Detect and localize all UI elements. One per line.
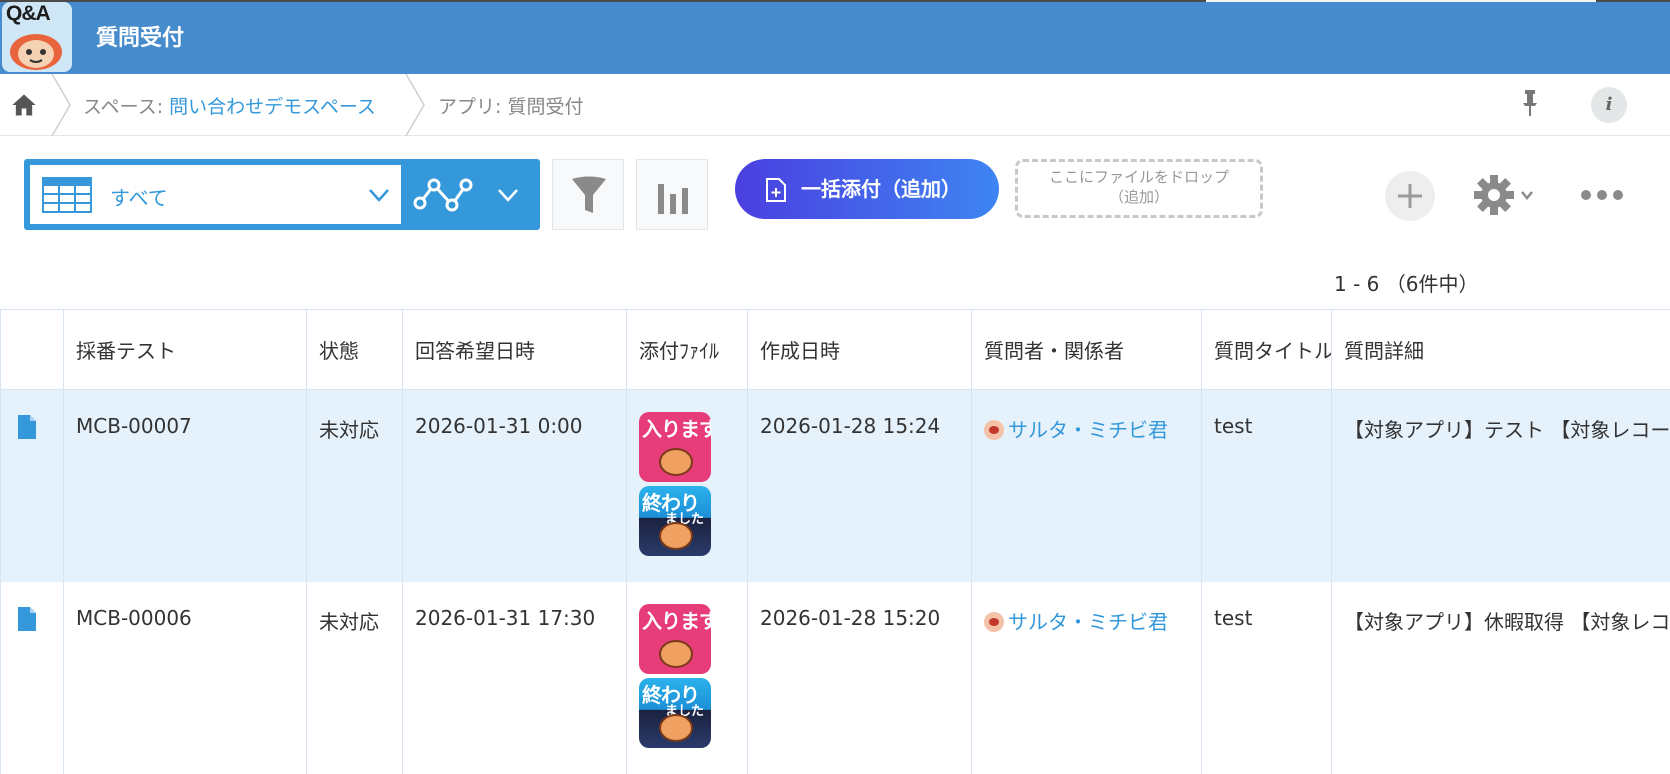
cell-attachments: 入ります 終わり ました bbox=[627, 582, 748, 774]
user-link[interactable]: サルタ・ミチビ君 bbox=[1008, 610, 1168, 634]
breadcrumb-space-link[interactable]: 問い合わせデモスペース bbox=[169, 96, 376, 118]
graph-icon[interactable] bbox=[412, 175, 474, 215]
drop-zone-text: ここにファイルをドロップ bbox=[1018, 167, 1260, 187]
breadcrumb-app-prefix: アプリ: bbox=[438, 96, 507, 118]
records-table: 採番テスト 状態 回答希望日時 添付ﾌｧｲﾙ 作成日時 質問者・関係者 質問タイ… bbox=[0, 309, 1670, 774]
file-add-icon bbox=[765, 177, 787, 203]
plus-icon bbox=[1396, 182, 1424, 210]
bulk-attach-label: 一括添付（追加） bbox=[801, 173, 961, 202]
mascot-icon bbox=[659, 522, 693, 550]
record-detail-cell[interactable] bbox=[1, 582, 64, 774]
column-header[interactable]: 質問詳細 bbox=[1332, 310, 1670, 390]
column-header[interactable]: 状態 bbox=[307, 310, 403, 390]
graph-button[interactable] bbox=[636, 159, 708, 230]
gear-icon[interactable] bbox=[1472, 172, 1538, 218]
column-header[interactable]: 作成日時 bbox=[748, 310, 972, 390]
document-icon[interactable] bbox=[17, 414, 37, 440]
cell-status: 未対応 bbox=[307, 582, 403, 774]
breadcrumb-app-name: 質問受付 bbox=[507, 96, 583, 118]
avatar bbox=[984, 612, 1004, 632]
top-strip-highlight bbox=[1206, 0, 1596, 2]
bulk-attach-button[interactable]: 一括添付（追加） bbox=[735, 159, 999, 219]
record-detail-cell[interactable] bbox=[1, 390, 64, 582]
cell-created: 2026-01-28 15:20 bbox=[748, 582, 972, 774]
column-header[interactable]: 採番テスト bbox=[64, 310, 307, 390]
filter-icon bbox=[571, 176, 607, 216]
column-header[interactable]: 回答希望日時 bbox=[403, 310, 627, 390]
cell-due: 2026-01-31 17:30 bbox=[403, 582, 627, 774]
file-drop-zone[interactable]: ここにファイルをドロップ （追加） bbox=[1015, 159, 1263, 218]
table-view-icon bbox=[42, 177, 92, 213]
attachment-thumbnail[interactable]: 入ります bbox=[639, 412, 711, 482]
app-title: 質問受付 bbox=[96, 20, 184, 52]
chevron-down-icon bbox=[368, 187, 390, 203]
breadcrumb: スペース: 問い合わせデモスペース アプリ: 質問受付 i bbox=[0, 74, 1670, 136]
cell-status: 未対応 bbox=[307, 390, 403, 582]
cell-created: 2026-01-28 15:24 bbox=[748, 390, 972, 582]
view-dropdown[interactable]: すべて bbox=[30, 165, 401, 224]
pagination-info: 1 - 6 （6件中） bbox=[1334, 268, 1478, 297]
cell-user: サルタ・ミチビ君 bbox=[972, 582, 1202, 774]
mascot-icon bbox=[2, 2, 72, 72]
table-header-row: 採番テスト 状態 回答希望日時 添付ﾌｧｲﾙ 作成日時 質問者・関係者 質問タイ… bbox=[1, 310, 1670, 390]
breadcrumb-app: アプリ: 質問受付 bbox=[438, 92, 583, 119]
more-icon[interactable] bbox=[1580, 178, 1624, 212]
drop-zone-subtext: （追加） bbox=[1018, 187, 1260, 207]
breadcrumb-space: スペース: 問い合わせデモスペース bbox=[83, 92, 376, 119]
breadcrumb-separator bbox=[404, 74, 426, 136]
pin-icon[interactable] bbox=[1518, 88, 1542, 118]
column-header[interactable]: 質問タイトル bbox=[1202, 310, 1332, 390]
cell-detail: 【対象アプリ】休暇取得 【対象レコード bbox=[1332, 582, 1670, 774]
app-icon[interactable]: Q&A bbox=[2, 2, 72, 72]
thumbnail-label: 入ります bbox=[642, 605, 711, 634]
mascot-icon bbox=[659, 640, 693, 668]
column-header[interactable]: 添付ﾌｧｲﾙ bbox=[627, 310, 748, 390]
cell-id: MCB-00007 bbox=[64, 390, 307, 582]
mascot-icon bbox=[659, 448, 693, 476]
table-row: MCB-00006 未対応 2026-01-31 17:30 入ります 終わり … bbox=[1, 582, 1670, 774]
cell-due: 2026-01-31 0:00 bbox=[403, 390, 627, 582]
add-record-button[interactable] bbox=[1385, 171, 1435, 221]
cell-title: test bbox=[1202, 582, 1332, 774]
view-label: すべて bbox=[110, 182, 168, 211]
column-header-icon bbox=[1, 310, 64, 390]
thumbnail-label: 入ります bbox=[642, 413, 711, 442]
cell-id: MCB-00006 bbox=[64, 582, 307, 774]
column-header[interactable]: 質問者・関係者 bbox=[972, 310, 1202, 390]
filter-button[interactable] bbox=[552, 159, 624, 230]
avatar bbox=[984, 420, 1004, 440]
cell-attachments: 入ります 終わり ました bbox=[627, 390, 748, 582]
cell-title: test bbox=[1202, 390, 1332, 582]
chevron-down-icon[interactable] bbox=[497, 187, 519, 203]
home-icon[interactable] bbox=[10, 91, 38, 119]
mascot-icon bbox=[659, 714, 693, 742]
breadcrumb-separator bbox=[50, 74, 72, 136]
breadcrumb-space-prefix: スペース: bbox=[83, 96, 169, 118]
view-selector: すべて bbox=[24, 159, 540, 230]
app-header: Q&A 質問受付 bbox=[0, 0, 1670, 74]
table-row: MCB-00007 未対応 2026-01-31 0:00 入ります 終わり ま… bbox=[1, 390, 1670, 582]
attachment-thumbnail[interactable]: 終わり ました bbox=[639, 678, 711, 748]
cell-user: サルタ・ミチビ君 bbox=[972, 390, 1202, 582]
document-icon[interactable] bbox=[17, 606, 37, 632]
bar-chart-icon bbox=[655, 176, 691, 216]
user-link[interactable]: サルタ・ミチビ君 bbox=[1008, 418, 1168, 442]
attachment-thumbnail[interactable]: 入ります bbox=[639, 604, 711, 674]
info-icon[interactable]: i bbox=[1591, 87, 1627, 123]
cell-detail: 【対象アプリ】テスト 【対象レコード bbox=[1332, 390, 1670, 582]
attachment-thumbnail[interactable]: 終わり ました bbox=[639, 486, 711, 556]
